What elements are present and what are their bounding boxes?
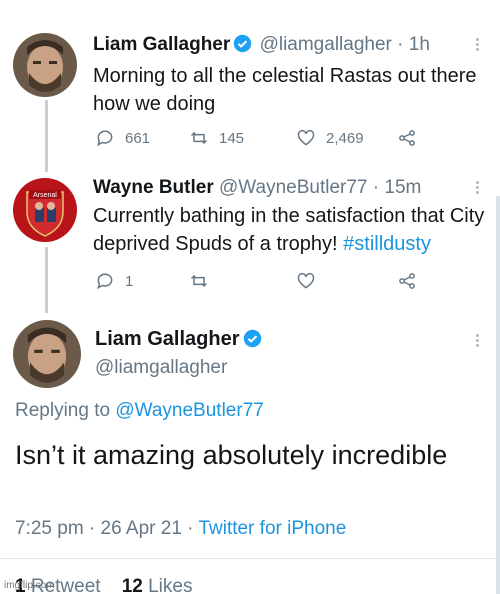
- author-handle[interactable]: @liamgallagher: [260, 34, 392, 55]
- verified-badge-icon: [233, 34, 252, 53]
- author-name[interactable]: Wayne Butler: [93, 177, 214, 198]
- likes-count: 12: [121, 576, 143, 594]
- avatar[interactable]: [13, 33, 77, 97]
- tweet-time[interactable]: 15m: [384, 177, 421, 198]
- heart-icon: [297, 272, 315, 289]
- avatar-image: [13, 320, 81, 388]
- reply-button[interactable]: 1: [95, 271, 133, 291]
- separator: ·: [372, 177, 380, 198]
- tweet-text: Isn’t it amazing absolutely incredible: [15, 440, 448, 470]
- hashtag-link[interactable]: #stilldusty: [343, 233, 431, 255]
- divider: [0, 558, 500, 559]
- verified-badge-icon: [243, 329, 262, 348]
- avatar[interactable]: [13, 320, 81, 388]
- scrollbar[interactable]: [496, 196, 500, 594]
- tweet-actions: 1: [93, 271, 433, 295]
- share-button[interactable]: [397, 128, 417, 148]
- author-name[interactable]: Liam Gallagher: [93, 34, 230, 55]
- retweet-button[interactable]: [189, 271, 209, 291]
- more-options-icon[interactable]: [474, 179, 480, 199]
- watermark: imgflip.com: [4, 580, 55, 591]
- retweet-icon: [190, 131, 208, 145]
- reply-icon: [97, 273, 113, 290]
- tweet-time[interactable]: 7:25 pm: [15, 518, 84, 539]
- tweet-time[interactable]: 1h: [409, 34, 430, 55]
- like-button[interactable]: [296, 271, 316, 291]
- author-name-text: Liam Gallagher: [95, 328, 240, 350]
- retweet-button[interactable]: 145: [189, 128, 244, 148]
- avatar-image: Arsenal: [13, 178, 77, 242]
- retweet-count: 145: [219, 129, 245, 147]
- like-count: 2,469: [326, 129, 364, 147]
- retweet-icon: [190, 274, 208, 288]
- more-options-icon[interactable]: [474, 36, 480, 56]
- avatar-image: [13, 33, 77, 97]
- tweet-date[interactable]: 26 Apr 21: [101, 518, 182, 539]
- tweet-header: Wayne Butler @WayneButler77 · 15m: [93, 176, 421, 200]
- author-name[interactable]: Liam Gallagher: [95, 328, 264, 351]
- thread-line: [45, 100, 48, 172]
- share-icon: [399, 273, 415, 289]
- tweet-text: Morning to all the celestial Rastas out …: [93, 65, 477, 115]
- avatar[interactable]: Arsenal: [13, 178, 77, 242]
- tweet-text: Currently bathing in the satisfaction th…: [93, 202, 493, 258]
- more-options-icon[interactable]: [474, 332, 480, 352]
- likes-stat[interactable]: 12 Likes: [122, 576, 193, 594]
- separator: ·: [397, 34, 404, 55]
- reply-button[interactable]: 661: [95, 128, 150, 148]
- share-icon: [399, 130, 415, 146]
- tweet-meta: 7:25 pm · 26 Apr 21 · Twitter for iPhone: [15, 518, 346, 540]
- replying-label: Replying to: [15, 400, 116, 421]
- share-button[interactable]: [397, 271, 417, 291]
- replying-to: Replying to @WayneButler77: [15, 400, 264, 422]
- reply-count: 1: [125, 272, 134, 290]
- author-handle[interactable]: @WayneButler77: [219, 177, 367, 198]
- tweet-actions: 661 145 2,469: [93, 128, 433, 152]
- separator: ·: [88, 518, 96, 539]
- separator: ·: [187, 518, 194, 539]
- reply-count: 661: [125, 129, 151, 147]
- heart-icon: [297, 129, 315, 146]
- tweet-source-link[interactable]: Twitter for iPhone: [198, 518, 346, 539]
- replying-to-link[interactable]: @WayneButler77: [115, 400, 263, 421]
- thread-line: [45, 247, 48, 313]
- author-handle[interactable]: @liamgallagher: [95, 357, 227, 379]
- reply-icon: [97, 130, 113, 147]
- avatar-badge-text: Arsenal: [33, 192, 57, 199]
- tweet-header: Liam Gallagher @liamgallagher · 1h: [93, 33, 430, 57]
- likes-label: Likes: [148, 576, 193, 594]
- like-button[interactable]: 2,469: [296, 128, 364, 148]
